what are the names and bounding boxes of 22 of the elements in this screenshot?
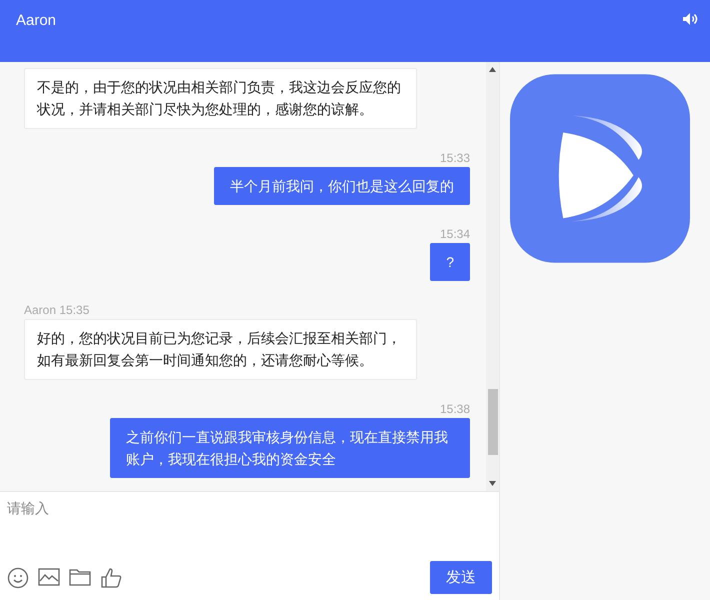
- scroll-up-icon[interactable]: [489, 67, 496, 72]
- smiley-icon[interactable]: [7, 566, 29, 588]
- sent-message-bubble: 半个月前我问，你们也是这么回复的: [214, 167, 470, 205]
- received-message-bubble: 不是的，由于您的状况由相关部门负责，我这边会反应您的状况，并请相关部门尽快为您处理的，感谢您的谅解。: [24, 68, 417, 129]
- message-time: 15:33: [440, 151, 470, 165]
- message-input[interactable]: 请输入: [7, 500, 492, 556]
- play-logo-icon: [510, 72, 690, 265]
- scroll-down-icon[interactable]: [489, 481, 496, 486]
- received-message-bubble: 好的，您的状况目前已为您记录，后续会汇报至相关部门，如有最新回复会第一时间通知您的，还请您耐心等候。: [24, 319, 417, 380]
- thumbs-up-icon[interactable]: [100, 566, 122, 588]
- speaker-icon[interactable]: [682, 12, 698, 26]
- sent-message-bubble: ?: [430, 243, 470, 281]
- sent-message-bubble: 之前你们一直说跟我审核身份信息，现在直接禁用我账户，我现在很担心我的资金安全: [110, 418, 470, 478]
- chat-title: Aaron: [16, 12, 56, 29]
- image-icon[interactable]: [38, 566, 60, 586]
- message-time: Aaron 15:35: [24, 303, 90, 317]
- scrollbar-thumb[interactable]: [488, 389, 498, 455]
- message-time: 15:34: [440, 227, 470, 241]
- folder-icon[interactable]: [69, 566, 91, 586]
- message-time: 15:38: [440, 402, 470, 416]
- scrollbar[interactable]: [486, 62, 499, 491]
- send-button[interactable]: 发送: [430, 561, 492, 594]
